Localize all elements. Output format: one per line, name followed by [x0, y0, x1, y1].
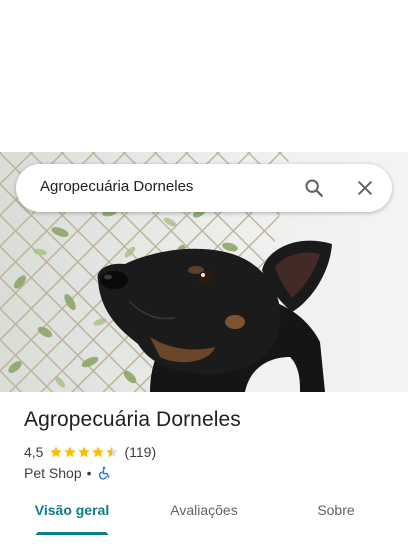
search-input[interactable]: Agropecuária Dorneles — [40, 178, 193, 195]
place-title: Agropecuária Dorneles — [24, 408, 241, 431]
clear-search-button[interactable] — [349, 172, 381, 204]
star-icon — [92, 446, 105, 458]
star-icon — [64, 446, 77, 458]
star-icon — [50, 446, 63, 458]
search-icon — [305, 179, 323, 197]
tab-reviews[interactable]: Avaliações — [154, 502, 254, 530]
star-icon — [78, 446, 91, 458]
place-category[interactable]: Pet Shop — [24, 465, 82, 481]
rating-stars — [49, 445, 119, 459]
tab-about[interactable]: Sobre — [296, 502, 376, 530]
category-row: Pet Shop • — [24, 464, 111, 482]
separator-dot: • — [86, 465, 92, 481]
rating-value: 4,5 — [24, 444, 44, 460]
tab-overview[interactable]: Visão geral — [24, 502, 120, 530]
close-icon — [358, 181, 372, 195]
search-button[interactable] — [298, 172, 330, 204]
active-tab-indicator — [36, 532, 108, 535]
reviews-count[interactable]: (119) — [124, 444, 156, 460]
wheelchair-accessible-icon — [98, 466, 109, 480]
half-star-icon — [106, 446, 119, 458]
search-bar[interactable]: Agropecuária Dorneles — [16, 164, 392, 212]
place-tabs: Visão geral Avaliações Sobre — [0, 490, 408, 544]
rating-row: 4,5 (119) — [24, 443, 156, 461]
